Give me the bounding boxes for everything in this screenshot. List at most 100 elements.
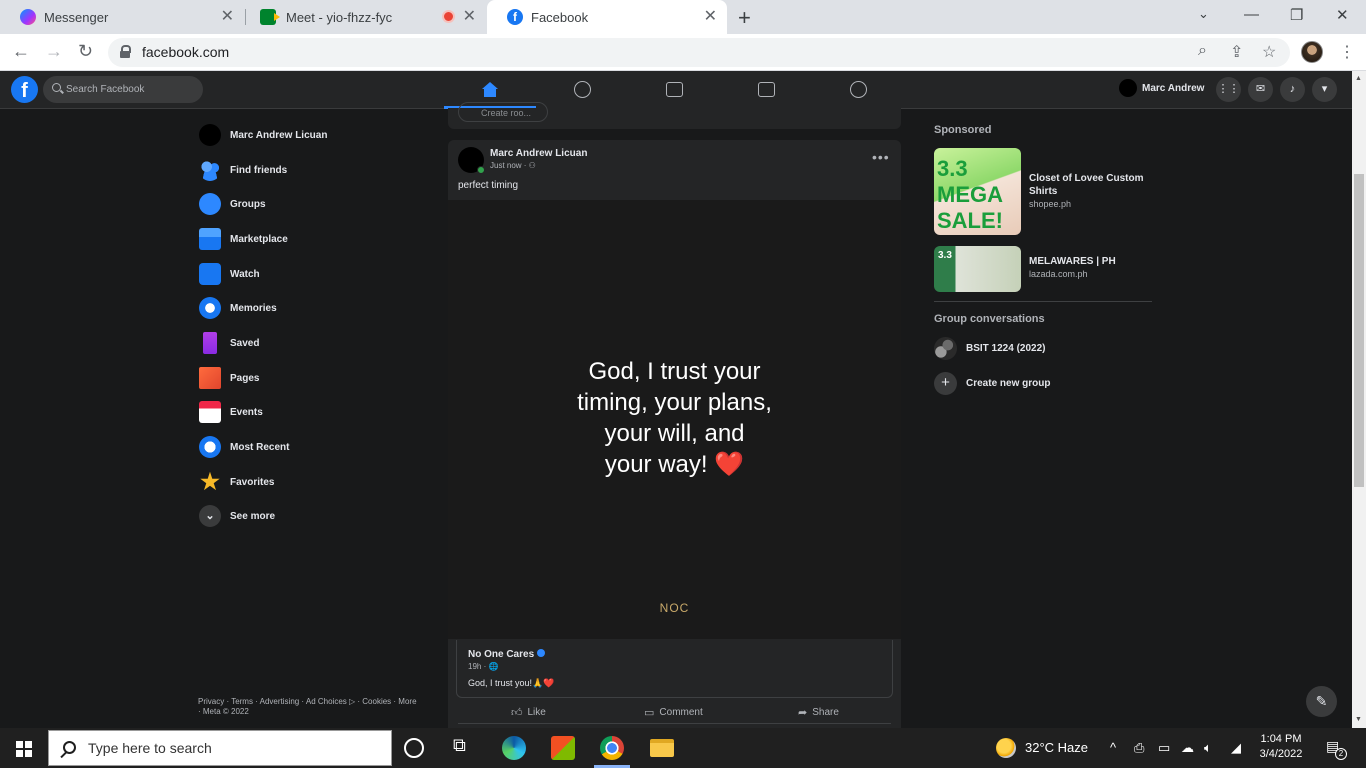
header-profile[interactable]: Marc Andrew — [1119, 79, 1204, 97]
ad-title[interactable]: Closet of Lovee Custom Shirts — [1029, 172, 1149, 198]
show-hidden-icons-icon[interactable]: ^ — [1110, 740, 1116, 755]
group-conversation-item[interactable]: BSIT 1224 (2022) — [934, 337, 1046, 360]
shared-page-name[interactable]: No One Cares — [468, 649, 546, 660]
sidebar-item-label: Groups — [230, 198, 266, 210]
header-user-name: Marc Andrew — [1142, 82, 1205, 94]
home-icon — [482, 82, 498, 97]
new-tab-button[interactable]: + — [738, 5, 751, 31]
most-recent-icon — [199, 436, 221, 458]
sidebar-profile[interactable]: Marc Andrew Licuan — [199, 121, 327, 149]
nav-marketplace[interactable] — [720, 71, 812, 108]
sidebar-item-see-more[interactable]: ⌄ See more — [199, 502, 275, 530]
new-message-icon[interactable]: ✎ — [1306, 686, 1337, 717]
sidebar-item-groups[interactable]: Groups — [199, 190, 266, 218]
chevron-down-icon: ⌄ — [199, 505, 221, 527]
weather-haze-icon[interactable] — [996, 738, 1016, 758]
battery-icon[interactable]: ▭ — [1158, 740, 1170, 756]
image-watermark: NOC — [659, 601, 690, 615]
nav-groups[interactable] — [812, 71, 904, 108]
url-text[interactable]: facebook.com — [142, 44, 229, 60]
cortana-icon[interactable] — [404, 738, 424, 758]
sidebar-item-pages[interactable]: Pages — [199, 364, 259, 392]
sidebar-item-memories[interactable]: Memories — [199, 294, 277, 322]
search-icon — [52, 83, 61, 92]
forward-arrow-icon[interactable]: → — [45, 41, 63, 62]
facebook-logo-icon[interactable]: f — [11, 76, 38, 103]
profile-avatar[interactable] — [1301, 41, 1323, 63]
page-scrollbar[interactable]: ▲ ▼ — [1352, 71, 1366, 728]
messenger-icon — [20, 9, 36, 25]
nav-friends[interactable] — [536, 71, 628, 108]
create-room-button[interactable]: Create roo... — [458, 102, 548, 122]
tab-search-icon[interactable]: ⌄ — [1198, 6, 1209, 22]
bookmark-star-icon[interactable]: ☆ — [1262, 42, 1276, 62]
facebook-search[interactable] — [43, 76, 203, 103]
notifications-bell-icon[interactable]: ♪ — [1280, 77, 1305, 102]
post-image[interactable]: God, I trust your timing, your plans, yo… — [448, 200, 901, 639]
comment-button[interactable]: ▭ Comment — [644, 706, 703, 719]
tab-facebook[interactable]: f Facebook ✕ — [487, 0, 727, 34]
volume-icon[interactable]: 🔈︎ — [1204, 740, 1212, 756]
file-explorer-icon[interactable] — [650, 739, 674, 757]
create-new-group-button[interactable]: + Create new group — [934, 372, 1050, 395]
sidebar-item-most-recent[interactable]: Most Recent — [199, 433, 289, 461]
ad-image[interactable]: 3.3 — [934, 246, 1021, 292]
zoom-icon[interactable]: ⌕ — [1198, 42, 1207, 60]
sidebar-item-label: Memories — [230, 302, 277, 314]
scroll-down-icon[interactable]: ▼ — [1355, 716, 1362, 723]
task-view-icon[interactable]: ⧉ — [453, 735, 477, 759]
browser-menu-icon[interactable]: ⋮ — [1339, 42, 1355, 62]
reload-icon[interactable]: ↻ — [78, 41, 93, 62]
restore-button[interactable]: ❐ — [1290, 6, 1303, 24]
shared-post-info[interactable]: No One Cares 19h · 🌐 God, I trust you!🙏❤… — [456, 640, 893, 698]
minimize-button[interactable]: — — [1244, 6, 1259, 23]
sponsored-heading: Sponsored — [934, 124, 992, 136]
browser-tab-strip: Messenger ✕ Meet - yio-fhzz-fyc ✕ f Face… — [0, 0, 1366, 34]
post-timestamp[interactable]: Just now · ⚇ — [490, 161, 536, 170]
ad-title[interactable]: MELAWARES | PH — [1029, 255, 1149, 268]
onedrive-icon[interactable]: ☁ — [1181, 740, 1194, 756]
wifi-icon[interactable]: ◢ — [1231, 740, 1241, 756]
taskbar-search-input[interactable] — [88, 731, 388, 765]
close-tab-icon[interactable]: ✕ — [221, 9, 234, 25]
scroll-up-icon[interactable]: ▲ — [1355, 75, 1362, 82]
weather-text[interactable]: 32°C Haze — [1025, 740, 1088, 755]
sidebar-item-watch[interactable]: Watch — [199, 260, 260, 288]
microsoft-store-icon[interactable] — [551, 736, 575, 760]
messenger-button-icon[interactable]: ✉ — [1248, 77, 1273, 102]
omnibox[interactable]: facebook.com ⌕ ⇪ ☆ — [108, 38, 1290, 67]
like-button[interactable]: 👍︎ Like — [511, 706, 546, 719]
chrome-icon[interactable] — [600, 736, 624, 760]
recording-icon — [442, 10, 455, 23]
edge-icon[interactable] — [502, 736, 526, 760]
tab-messenger[interactable]: Messenger ✕ — [0, 0, 244, 34]
share-icon[interactable]: ⇪ — [1230, 42, 1243, 62]
facebook-search-input[interactable] — [66, 76, 196, 103]
post-author[interactable]: Marc Andrew Licuan — [490, 148, 587, 159]
taskbar-search[interactable] — [48, 730, 392, 766]
menu-grid-icon[interactable]: ⋮⋮ — [1216, 77, 1241, 102]
close-window-button[interactable]: ✕ — [1336, 6, 1349, 24]
quote-line: your will, and — [604, 420, 745, 447]
scrollbar-thumb[interactable] — [1354, 174, 1364, 487]
account-dropdown-icon[interactable]: ▾ — [1312, 77, 1337, 102]
sidebar-item-events[interactable]: Events — [199, 398, 263, 426]
windows-start-icon[interactable] — [16, 741, 32, 757]
footer-legal-links[interactable]: Privacy · Terms · Advertising · Ad Choic… — [198, 697, 418, 717]
nav-watch[interactable] — [628, 71, 720, 108]
ad-site: shopee.ph — [1029, 199, 1072, 209]
back-arrow-icon[interactable]: ← — [12, 41, 30, 62]
more-options-icon[interactable]: ••• — [872, 149, 890, 165]
system-clock[interactable]: 1:04 PM 3/4/2022 — [1258, 732, 1304, 762]
avatar[interactable] — [458, 147, 485, 174]
close-tab-icon[interactable]: ✕ — [463, 9, 476, 25]
meet-now-icon[interactable]: ⎙ — [1134, 740, 1144, 756]
sidebar-item-favorites[interactable]: ★ Favorites — [199, 468, 274, 496]
ad-image[interactable]: 3.3 MEGA SALE! — [934, 148, 1021, 235]
sidebar-item-find-friends[interactable]: Find friends — [199, 156, 287, 184]
sidebar-item-marketplace[interactable]: Marketplace — [199, 225, 288, 253]
sidebar-item-saved[interactable]: Saved — [199, 329, 259, 357]
watch-icon — [665, 82, 683, 97]
share-button[interactable]: ➦ Share — [798, 706, 839, 719]
close-tab-icon[interactable]: ✕ — [704, 9, 717, 25]
